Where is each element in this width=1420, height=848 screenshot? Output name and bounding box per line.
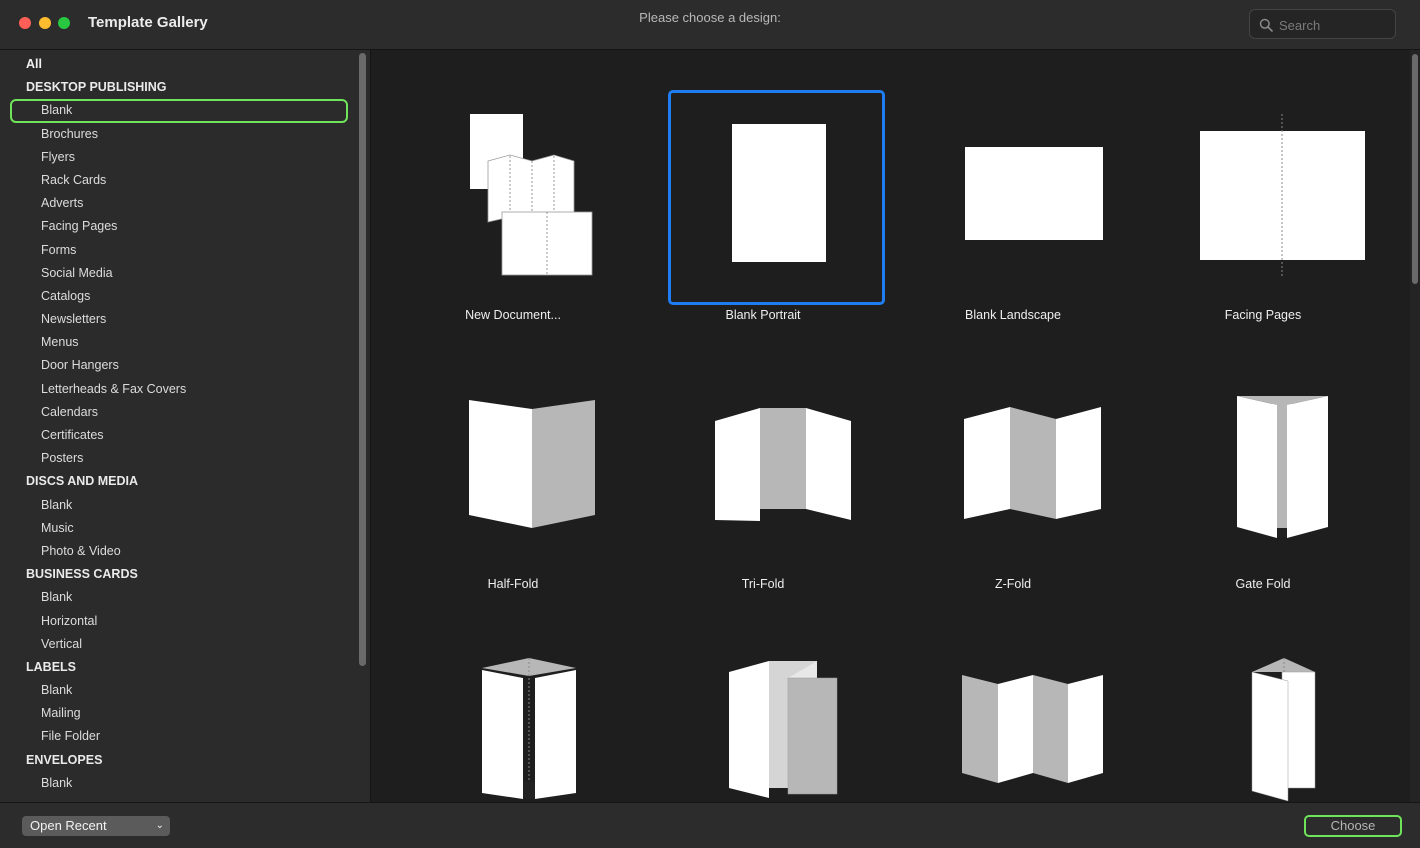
- sidebar-scrollbar[interactable]: [359, 53, 366, 666]
- template-label: Facing Pages: [1224, 308, 1302, 322]
- template-label: Blank Portrait: [725, 308, 801, 322]
- sidebar-item[interactable]: Horizontal: [10, 610, 348, 633]
- choose-design-prompt: Please choose a design:: [639, 10, 781, 25]
- tri-fold-icon: [715, 408, 851, 521]
- template-thumbnail: [652, 343, 874, 587]
- template-thumbnail: [902, 612, 1124, 802]
- category-list: All DESKTOP PUBLISHING Blank Brochures Flyer…: [10, 53, 348, 795]
- search-field[interactable]: [1249, 9, 1396, 39]
- sidebar-heading: BUSINESS CARDS: [26, 567, 138, 582]
- sidebar-heading: LABELS: [26, 659, 76, 674]
- sidebar-item[interactable]: Blank: [10, 494, 348, 517]
- template-label: Half-Fold: [487, 577, 539, 591]
- sidebar-item[interactable]: Newsletters: [10, 308, 348, 331]
- gallery-scrollbar-thumb[interactable]: [1412, 54, 1418, 284]
- sidebar-item[interactable]: Certificates: [10, 424, 348, 447]
- template-thumbnail: [1152, 343, 1374, 587]
- chevron-down-icon: ⌄: [155, 820, 164, 831]
- template-thumbnail: [402, 74, 624, 318]
- template-card[interactable]: New Document...: [388, 74, 638, 343]
- z-fold-icon: [964, 407, 1101, 519]
- open-recent-label: Open Recent: [30, 818, 107, 833]
- blank-landscape-icon: [965, 147, 1103, 240]
- template-thumbnail: [402, 343, 624, 587]
- sidebar-item-all[interactable]: All: [10, 53, 348, 76]
- template-label: Tri-Fold: [741, 577, 785, 591]
- gallery-scrollbar-track[interactable]: [1410, 50, 1420, 802]
- sidebar-item[interactable]: Blank: [10, 679, 348, 702]
- facing-pages-icon: [1200, 114, 1365, 277]
- sidebar-item[interactable]: Brochures: [10, 123, 348, 146]
- sidebar-item[interactable]: Rack Cards: [10, 169, 348, 192]
- template-thumbnail: [902, 343, 1124, 587]
- search-icon: [1259, 18, 1273, 32]
- sidebar-item[interactable]: Blank: [10, 99, 348, 123]
- template-thumbnail: [652, 612, 874, 802]
- template-card[interactable]: Tri-Fold: [638, 343, 888, 612]
- sidebar-item[interactable]: Facing Pages: [10, 215, 348, 238]
- choose-button[interactable]: Choose: [1304, 815, 1402, 837]
- template-thumbnail: [1152, 74, 1374, 318]
- template-thumbnail: [402, 612, 624, 802]
- sidebar-item[interactable]: Posters: [10, 447, 348, 470]
- french-fold-icon: [1251, 658, 1316, 802]
- sidebar-item[interactable]: Blank: [10, 586, 348, 609]
- template-thumbnail: [652, 74, 885, 318]
- sidebar-heading: DESKTOP PUBLISHING: [26, 80, 167, 95]
- sidebar-heading: DISCS AND MEDIA: [26, 474, 139, 489]
- template-card[interactable]: Facing Pages: [1138, 74, 1388, 343]
- template-label: Z-Fold: [994, 577, 1032, 591]
- template-card[interactable]: Gate Fold: [1138, 343, 1388, 612]
- template-card[interactable]: Z-Fold: [888, 343, 1138, 612]
- sidebar-item[interactable]: Forms: [10, 239, 348, 262]
- sidebar-item[interactable]: Catalogs: [10, 285, 348, 308]
- bottom-bar: Open Recent ⌄ Choose: [0, 802, 1420, 848]
- sidebar-item[interactable]: Door Hangers: [10, 354, 348, 377]
- gate-fold-icon: [1237, 396, 1328, 538]
- accordion-fold-icon: [962, 675, 1103, 783]
- roll-fold-icon: [729, 661, 838, 798]
- template-gallery: New Document... Blank Portrait Blank Lands…: [372, 50, 1409, 802]
- sidebar-item[interactable]: Flyers: [10, 146, 348, 169]
- new-document-icon: [470, 114, 593, 276]
- sidebar-item[interactable]: Music: [10, 517, 348, 540]
- sidebar-item[interactable]: Menus: [10, 331, 348, 354]
- sidebar-item[interactable]: Calendars: [10, 401, 348, 424]
- half-fold-icon: [469, 400, 595, 528]
- blank-portrait-icon: [732, 124, 826, 262]
- sidebar-item[interactable]: Mailing: [10, 702, 348, 725]
- double-gate-fold-icon: [482, 658, 576, 799]
- open-recent-popup[interactable]: Open Recent ⌄: [22, 816, 170, 836]
- template-thumbnail: [902, 74, 1124, 318]
- template-thumbnail: [1152, 612, 1374, 802]
- category-sidebar: All DESKTOP PUBLISHING Blank Brochures Flyer…: [0, 50, 371, 802]
- template-label: Blank Landscape: [965, 308, 1061, 322]
- title-bar: Template Gallery Please choose a design:: [0, 0, 1420, 50]
- sidebar-item[interactable]: Social Media: [10, 262, 348, 285]
- sidebar-item[interactable]: Adverts: [10, 192, 348, 215]
- sidebar-item[interactable]: Photo & Video: [10, 540, 348, 563]
- template-card[interactable]: [638, 612, 888, 802]
- template-label: Gate Fold: [1235, 577, 1291, 591]
- search-input[interactable]: [1279, 16, 1389, 34]
- sidebar-item[interactable]: File Folder: [10, 725, 348, 748]
- sidebar-item[interactable]: Blank: [10, 772, 348, 795]
- template-card[interactable]: Blank Landscape: [888, 74, 1138, 343]
- sidebar-heading: ENVELOPES: [26, 752, 103, 767]
- template-card[interactable]: Blank Portrait: [638, 74, 888, 343]
- template-card[interactable]: [388, 612, 638, 802]
- template-card[interactable]: [888, 612, 1138, 802]
- template-label: New Document...: [465, 308, 561, 322]
- template-card[interactable]: Half-Fold: [388, 343, 638, 612]
- sidebar-item[interactable]: Vertical: [10, 633, 348, 656]
- sidebar-item[interactable]: Letterheads & Fax Covers: [10, 378, 348, 401]
- template-card[interactable]: [1138, 612, 1388, 802]
